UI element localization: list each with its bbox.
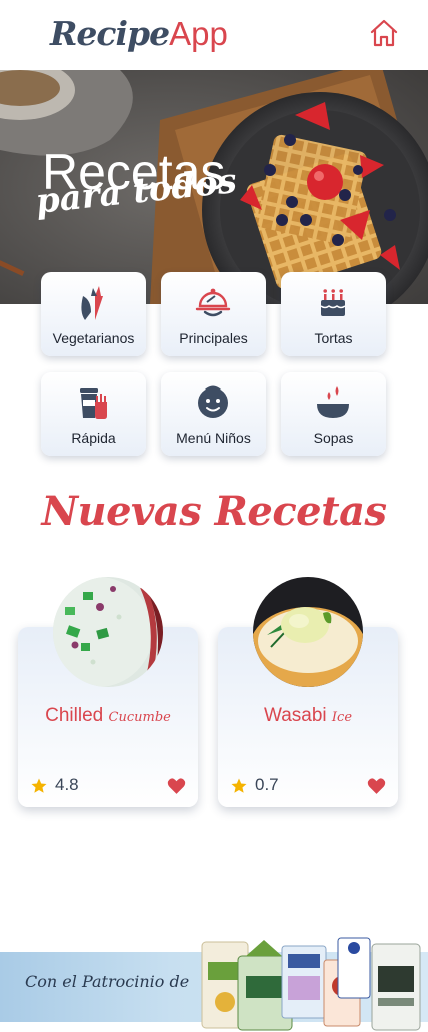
category-menu-ninos[interactable]: Menú Niños: [161, 372, 266, 456]
home-button[interactable]: [367, 16, 401, 50]
sponsor-text: Con el Patrocinio de: [25, 972, 190, 991]
app-header: RecipeApp: [0, 0, 428, 70]
fast-food-icon: [80, 388, 107, 419]
home-icon: [370, 19, 398, 47]
recipe-name: Wasabi: [263, 705, 327, 726]
app-logo: RecipeApp: [50, 10, 228, 58]
category-tortas[interactable]: Tortas: [281, 272, 386, 356]
category-label: Vegetarianos: [52, 330, 135, 346]
section-title: Nuevas Recetas: [41, 488, 387, 535]
recipe-image: [53, 577, 163, 687]
recipe-name: Chilled: [45, 705, 104, 726]
recipe-title: Chilled Cucumbe: [18, 705, 198, 727]
category-label: Sopas: [313, 430, 354, 446]
recipe-name-sub: Cucumbe: [108, 710, 171, 725]
category-label: Principales: [179, 330, 248, 346]
soup-bowl-icon: [317, 386, 349, 418]
star-icon: [231, 778, 247, 793]
serving-dish-icon: [195, 288, 231, 317]
star-icon: [31, 778, 47, 793]
recipe-rating: 4.8: [55, 775, 79, 794]
cake-icon: [320, 289, 346, 316]
category-sopas[interactable]: Sopas: [281, 372, 386, 456]
carrot-icon: [81, 286, 103, 320]
logo-app-text: App: [169, 15, 228, 52]
heart-icon[interactable]: [367, 777, 386, 795]
category-principales[interactable]: Principales: [161, 272, 266, 356]
logo-recipe-text: Recipe: [50, 14, 170, 53]
category-label: Rápida: [71, 430, 116, 446]
category-rapida[interactable]: Rápida: [41, 372, 146, 456]
cucumber-soup-image: [53, 577, 163, 687]
recipe-name-sub: Ice: [331, 710, 353, 725]
category-label: Tortas: [314, 330, 353, 346]
wasabi-ice-cream-image: [253, 577, 363, 687]
heart-icon[interactable]: [167, 777, 186, 795]
recipe-title: Wasabi Ice: [218, 705, 398, 727]
child-face-icon: [198, 385, 228, 418]
category-vegetarianos[interactable]: Vegetarianos: [41, 272, 146, 356]
recipe-rating: 0.7: [255, 775, 279, 794]
category-label: Menú Niños: [176, 430, 251, 446]
recipe-image: [253, 577, 363, 687]
sponsor-products-image: [201, 937, 421, 1031]
